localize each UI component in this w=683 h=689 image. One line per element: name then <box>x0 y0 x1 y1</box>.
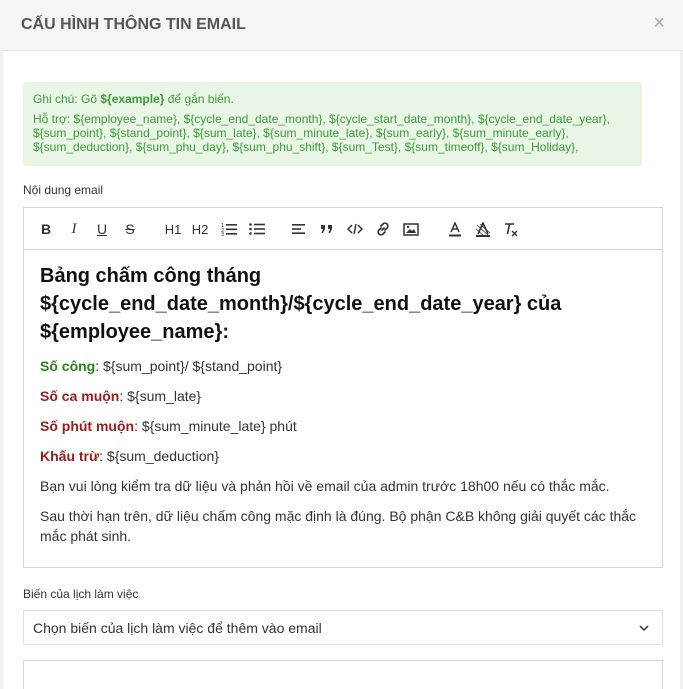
editor-toolbar: B I U S H1 H2 123 <box>24 208 662 250</box>
row-value-khau-tru: : ${sum_deduction} <box>99 448 220 464</box>
svg-text:3: 3 <box>221 232 224 236</box>
row-value-so-phut-muon: : ${sum_minute_late} phút <box>134 418 297 434</box>
quote-icon[interactable] <box>317 220 337 238</box>
ordered-list-icon[interactable]: 123 <box>219 220 239 238</box>
editor-content[interactable]: Bảng chấm công tháng ${cycle_end_date_mo… <box>24 250 662 546</box>
paragraph-deadline: Sau thời hạn trên, dữ liệu chấm công mặc… <box>40 508 637 544</box>
text-color-icon[interactable] <box>445 220 465 238</box>
heading1-button[interactable]: H1 <box>162 220 184 238</box>
variable-note-box: Ghi chú: Gõ ${example} để gắn biến. Hỗ t… <box>23 82 642 166</box>
italic-button[interactable]: I <box>64 220 84 238</box>
note-prefix: Ghi chú: Gõ <box>33 92 101 106</box>
row-label-so-cong: Số công <box>40 358 96 374</box>
code-icon[interactable] <box>345 220 365 238</box>
row-so-phut-muon: Số phút muộn: ${sum_minute_late} phút <box>40 416 646 436</box>
modal-header: CẤU HÌNH THÔNG TIN EMAIL × <box>0 0 683 51</box>
row-khau-tru: Khấu trừ: ${sum_deduction} <box>40 446 646 466</box>
row-so-ca-muon: Số ca muộn: ${sum_late} <box>40 386 646 406</box>
link-icon[interactable] <box>373 220 393 238</box>
underline-button[interactable]: U <box>92 220 112 238</box>
email-config-modal: CẤU HÌNH THÔNG TIN EMAIL × Ghi chú: Gõ $… <box>0 0 683 689</box>
bold-button[interactable]: B <box>36 220 56 238</box>
email-heading: Bảng chấm công tháng ${cycle_end_date_mo… <box>40 265 562 343</box>
row-label-so-phut-muon: Số phút muộn <box>40 418 135 434</box>
email-content-label: Nội dung email <box>23 183 104 197</box>
row-value-so-cong: : ${sum_point}/ ${stand_point} <box>95 358 283 374</box>
schedule-vars-select[interactable]: Chọn biến của lịch làm việc để thêm vào … <box>23 610 663 645</box>
close-icon[interactable]: × <box>653 13 665 33</box>
modal-left-border <box>0 51 3 689</box>
schedule-vars-label: Biến của lịch làm việc <box>23 587 139 601</box>
image-icon[interactable] <box>401 220 421 238</box>
modal-title: CẤU HÌNH THÔNG TIN EMAIL <box>21 16 246 33</box>
note-hint: Ghi chú: Gõ ${example} để gắn biến. <box>33 92 632 106</box>
row-so-cong: Số công: ${sum_point}/ ${stand_point} <box>40 356 646 376</box>
row-value-so-ca-muon: : ${sum_late} <box>119 388 202 404</box>
note-example: ${example} <box>100 92 165 106</box>
row-label-khau-tru: Khấu trừ <box>40 448 100 464</box>
email-editor: B I U S H1 H2 123 Bảng chấm công tháng $… <box>23 207 663 568</box>
strikethrough-button[interactable]: S <box>120 220 140 238</box>
next-editor-box[interactable] <box>23 660 663 689</box>
heading2-button[interactable]: H2 <box>189 220 211 238</box>
align-icon[interactable] <box>289 220 309 238</box>
row-label-so-ca-muon: Số ca muộn <box>40 388 120 404</box>
paragraph-check-data: Bạn vui lòng kiểm tra dữ liệu và phản hồ… <box>40 478 610 494</box>
chevron-down-icon <box>638 621 650 637</box>
background-color-icon[interactable] <box>473 220 493 238</box>
note-suffix: để gắn biến. <box>164 92 234 106</box>
note-supported-variables: Hỗ trợ: ${employee_name}, ${cycle_end_da… <box>33 112 610 154</box>
bullet-list-icon[interactable] <box>247 220 267 238</box>
schedule-vars-select-value: Chọn biến của lịch làm việc để thêm vào … <box>33 620 322 636</box>
clear-format-icon[interactable] <box>501 220 521 238</box>
